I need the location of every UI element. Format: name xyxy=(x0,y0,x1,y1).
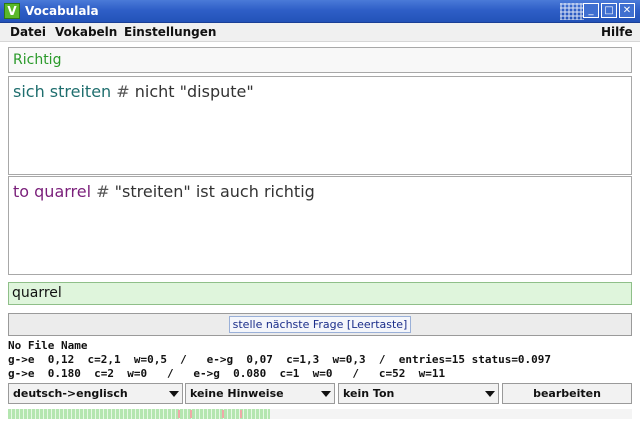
minimize-button[interactable]: _ xyxy=(583,3,599,18)
close-button[interactable]: ✕ xyxy=(619,3,635,18)
app-logo-icon: V xyxy=(4,3,20,19)
progress-bar xyxy=(8,409,632,419)
chevron-down-icon xyxy=(485,391,495,397)
chevron-down-icon xyxy=(169,391,179,397)
question-note: nicht "dispute" xyxy=(134,82,254,101)
answer-separator: # xyxy=(96,182,110,201)
menu-datei[interactable]: Datei xyxy=(10,25,46,40)
question-separator: # xyxy=(116,82,130,101)
menu-einstellungen[interactable]: Einstellungen xyxy=(124,25,216,40)
progress-marker xyxy=(190,410,192,418)
menu-hilfe[interactable]: Hilfe xyxy=(601,25,633,40)
progress-marker xyxy=(240,410,242,418)
next-question-label: stelle nächste Frage [Leertaste] xyxy=(228,316,412,333)
question-panel: sich streiten # nicht "dispute" xyxy=(8,76,632,175)
title-bar[interactable]: V Vocabulala _ □ ✕ xyxy=(0,0,640,23)
maximize-button[interactable]: □ xyxy=(601,3,617,18)
title-bar-decoration xyxy=(560,3,584,20)
sound-value: kein Ton xyxy=(343,387,395,400)
edit-button[interactable]: bearbeiten xyxy=(502,383,632,404)
question-word: sich streiten xyxy=(13,82,112,101)
hints-dropdown[interactable]: keine Hinweise xyxy=(185,383,335,404)
progress-marker xyxy=(222,410,224,418)
result-status-text: Richtig xyxy=(13,52,62,68)
progress-marker xyxy=(178,410,180,418)
stats-line-2: g->e 0.180 c=2 w=0 / e->g 0.080 c=1 w=0 … xyxy=(8,367,446,380)
direction-value: deutsch->englisch xyxy=(13,387,128,400)
chevron-down-icon xyxy=(321,391,331,397)
answer-panel: to quarrel # "streiten" ist auch richtig xyxy=(8,176,632,275)
menu-vokabeln[interactable]: Vokabeln xyxy=(55,25,117,40)
direction-dropdown[interactable]: deutsch->englisch xyxy=(8,383,183,404)
app-window: V Vocabulala _ □ ✕ Datei Vokabeln Einste… xyxy=(0,0,640,429)
sound-dropdown[interactable]: kein Ton xyxy=(338,383,499,404)
window-title: Vocabulala xyxy=(25,4,99,18)
result-status-field: Richtig xyxy=(8,47,632,73)
answer-note: "streiten" ist auch richtig xyxy=(114,182,315,201)
menu-bar: Datei Vokabeln Einstellungen Hilfe xyxy=(0,23,640,42)
progress-fill xyxy=(8,409,271,419)
answer-word: to quarrel xyxy=(13,182,92,201)
answer-input[interactable]: quarrel xyxy=(8,282,632,305)
next-question-button[interactable]: stelle nächste Frage [Leertaste] xyxy=(8,313,632,336)
file-name-label: No File Name xyxy=(8,339,88,352)
stats-line-1: g->e 0,12 c=2,1 w=0,5 / e->g 0,07 c=1,3 … xyxy=(8,353,552,366)
hints-value: keine Hinweise xyxy=(190,387,284,400)
